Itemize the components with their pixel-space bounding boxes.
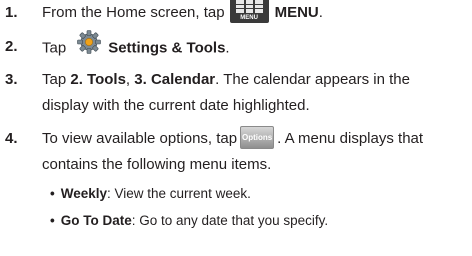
step-4-continuation: contains the following menu items. [42,156,272,173]
calendar-label: 3. Calendar [134,71,216,88]
step-number: 1. [5,4,18,21]
step-prefix: Tap [42,39,67,57]
options-button-image: Options [240,125,275,149]
step-number: 2. [5,38,18,55]
step-3-continuation: display with the current date highlighte… [42,97,310,114]
step-number: 3. [5,71,18,88]
menu-icon: MENU [229,0,269,24]
step-number: 4. [5,130,18,147]
bullet-dot: • [50,186,55,201]
menu-icon-label: MENU [240,15,258,22]
step-text: From the Home screen, tap MENU MENU. [42,0,323,24]
tools-label: 2. Tools [70,71,126,88]
settings-tools-label: Settings & Tools [108,39,226,57]
step-prefix: From the Home screen, tap [42,4,225,21]
menu-item-name: Go To Date [60,213,132,228]
step-suffix: . The calendar appears in the [215,71,410,88]
step-text: Tap 2. Tools, 3. Calendar. The calendar … [42,70,410,89]
gear-icon [76,29,102,60]
step-suffix: . [225,39,230,57]
step-text: To view available options, tap Options. A… [42,125,424,149]
menu-item-name: Weekly [60,186,108,201]
step-text: Tap Settings & Tools. [42,30,230,60]
menu-key-label: MENU [274,4,319,21]
step-prefix: To view available options, tap [42,130,238,147]
list-item: • Weekly: View the current week. [50,185,251,202]
list-item: • Go To Date: Go to any date that you spe… [50,212,328,229]
menu-item-description: : View the current week. [107,186,251,201]
step-mid: , [125,71,135,88]
step-prefix: Tap [42,71,71,88]
menu-grid-graphic [235,0,263,14]
step-suffix: . A menu displays that [277,130,424,147]
bullet-dot: • [50,213,55,228]
step-suffix: . [318,4,323,21]
menu-item-description: : Go to any date that you specify. [131,213,329,228]
